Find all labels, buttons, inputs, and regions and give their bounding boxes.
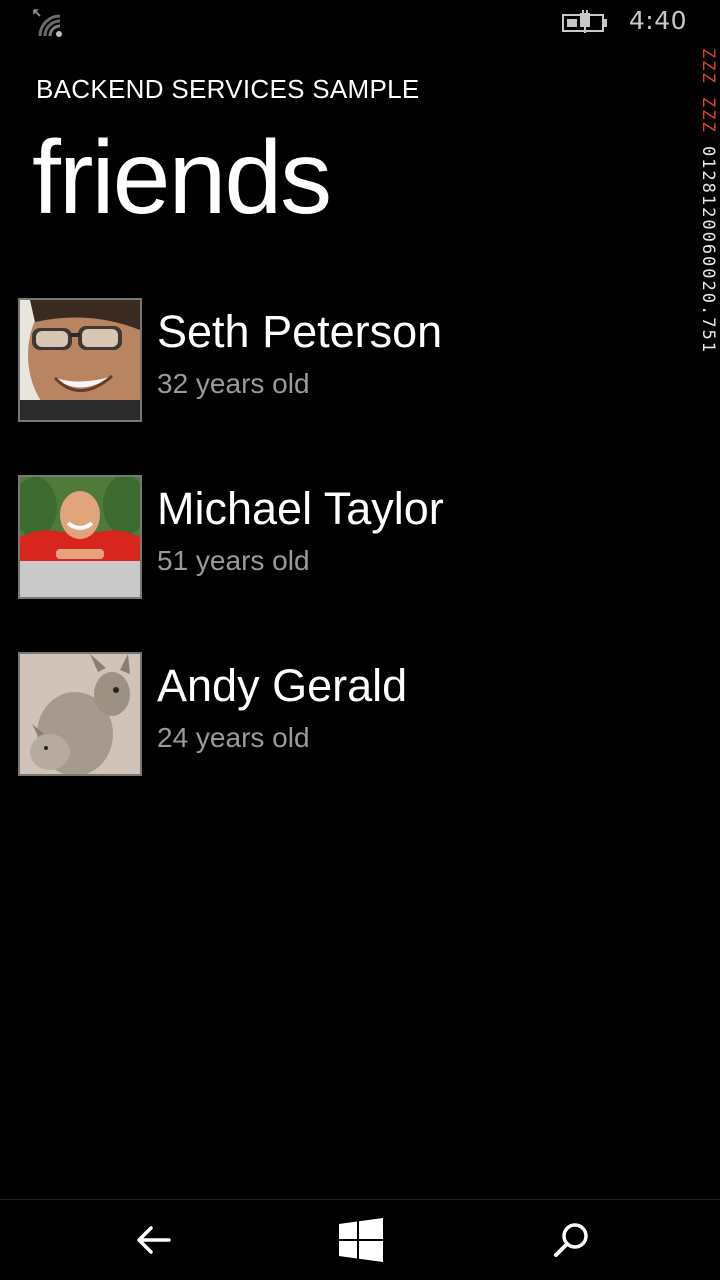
wifi-signal-icon: [33, 9, 62, 37]
friend-name: Michael Taylor: [157, 483, 444, 534]
friend-age: 24 years old: [157, 722, 310, 753]
man-in-red-shirt-photo: [20, 477, 140, 597]
avatar-photo: [18, 652, 142, 776]
friend-name: Andy Gerald: [157, 660, 408, 711]
friend-item-michael-taylor[interactable]: Michael Taylor 51 years old: [18, 475, 678, 599]
frame-counter-alert-1: ZZZ: [698, 48, 718, 85]
navigation-bar: [0, 1199, 720, 1280]
back-arrow-icon[interactable]: [127, 1214, 179, 1266]
avatar-photo: [18, 475, 142, 599]
friend-age: 32 years old: [157, 368, 310, 399]
page-title: friends: [32, 120, 332, 236]
frame-rate-counter: ZZZ ZZZ 0128120060020.751: [696, 48, 720, 658]
status-bar: 4:40: [0, 0, 720, 48]
windows-logo-icon[interactable]: [335, 1214, 387, 1266]
frame-counter-values: 0128120060020.751: [698, 145, 718, 354]
friends-list: Seth Peterson 32 years old Michael Taylo…: [18, 298, 678, 829]
friend-item-seth-peterson[interactable]: Seth Peterson 32 years old: [18, 298, 678, 422]
friend-age: 51 years old: [157, 545, 310, 576]
man-with-glasses-photo: [20, 300, 140, 420]
kangaroo-photo: [20, 654, 140, 774]
search-icon[interactable]: [545, 1214, 597, 1266]
friend-name: Seth Peterson: [157, 306, 443, 357]
battery-charging-icon: [562, 10, 607, 33]
frame-counter-alert-2: ZZZ: [698, 96, 718, 134]
friend-item-andy-gerald[interactable]: Andy Gerald 24 years old: [18, 652, 678, 776]
status-clock: 4:40: [628, 6, 687, 35]
app-title: BACKEND SERVICES SAMPLE: [36, 74, 420, 104]
avatar-photo: [18, 298, 142, 422]
